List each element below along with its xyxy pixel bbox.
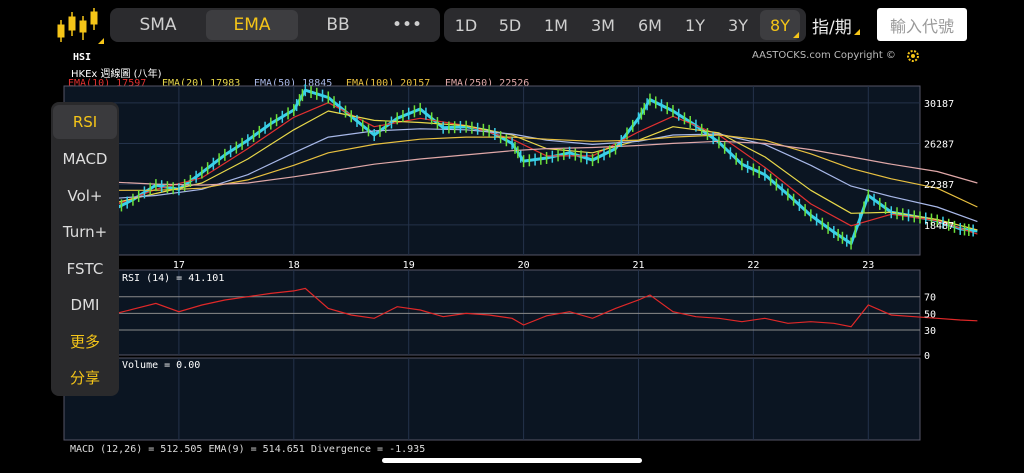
menu-fstc[interactable]: FSTC [53, 252, 117, 286]
x-tick-label: 19 [403, 260, 415, 271]
menu-dmi[interactable]: DMI [53, 288, 117, 322]
rsi-level-label: 50 [924, 309, 936, 320]
y-tick-label: 26287 [924, 140, 954, 151]
y-tick-label: 22387 [924, 180, 954, 191]
rsi-panel-label: RSI (14) = 41.101 [122, 273, 225, 284]
y-tick-label: 18487 [924, 221, 954, 232]
menu-rsi[interactable]: RSI [53, 105, 117, 139]
menu-vol-plus[interactable]: Vol+ [53, 179, 117, 213]
menu-macd[interactable]: MACD [53, 142, 117, 176]
x-tick-label: 18 [288, 260, 300, 271]
y-tick-label: 30187 [924, 99, 954, 110]
price-panel [63, 85, 921, 256]
x-tick-label: 17 [173, 260, 185, 271]
rsi-level-label: 70 [924, 293, 936, 304]
rsi-level-label: 30 [924, 326, 936, 337]
menu-share[interactable]: 分享 [53, 360, 117, 394]
volume-panel-label: Volume = 0.00 [122, 360, 201, 371]
indicator-side-menu: RSI MACD Vol+ Turn+ FSTC DMI 更多 分享 [51, 102, 119, 396]
price-chart[interactable]: 17 18 19 20 21 22 23 30187 26287 22387 18487 70 50 30… [0, 0, 1024, 473]
x-tick-label: 22 [747, 260, 759, 271]
menu-turn-plus[interactable]: Turn+ [53, 215, 117, 249]
menu-more[interactable]: 更多 [53, 324, 117, 358]
rsi-level-label: 0 [924, 351, 930, 362]
x-tick-label: 23 [862, 260, 874, 271]
x-tick-label: 20 [518, 260, 530, 271]
macd-partial-label: MACD (12,26) = 512.505 EMA(9) = 514.651 … [70, 444, 426, 455]
home-indicator[interactable] [382, 458, 642, 463]
x-tick-label: 21 [632, 260, 644, 271]
